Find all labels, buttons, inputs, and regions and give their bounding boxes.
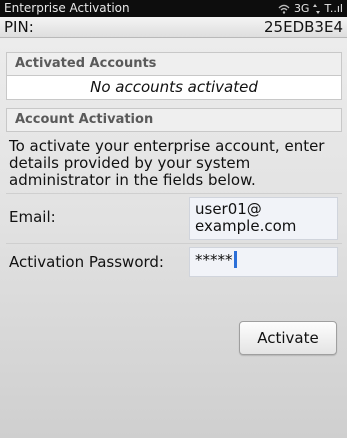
app-title: Enterprise Activation <box>4 1 130 15</box>
status-bar: Enterprise Activation 3G T..ıl <box>0 0 347 17</box>
account-activation-header: Account Activation <box>6 108 342 132</box>
email-label: Email: <box>9 208 56 226</box>
status-indicators: 3G T..ıl <box>278 0 343 17</box>
email-field[interactable]: user01@ example.com <box>189 197 338 240</box>
signal-bars-icon: T..ıl <box>324 2 343 15</box>
activation-password-label: Activation Password: <box>9 253 164 271</box>
network-type: 3G <box>293 2 310 15</box>
activated-accounts-panel: No accounts activated <box>6 76 342 100</box>
pin-value: 25EDB3E4 <box>264 18 343 36</box>
activate-button[interactable]: Activate <box>239 321 337 355</box>
password-value: ***** <box>195 251 233 269</box>
password-row: Activation Password: ***** <box>6 243 342 279</box>
email-row: Email: user01@ example.com <box>6 193 342 242</box>
pin-row: PIN: 25EDB3E4 <box>0 17 347 38</box>
text-cursor <box>233 251 237 268</box>
activation-password-field[interactable]: ***** <box>189 247 338 277</box>
wifi-icon <box>278 4 290 14</box>
no-accounts-message: No accounts activated <box>90 78 258 96</box>
data-arrows-icon <box>313 3 321 14</box>
activation-description: To activate your enterprise account, ent… <box>9 137 325 189</box>
activated-accounts-header: Activated Accounts <box>6 52 342 76</box>
main-content: Activated Accounts No accounts activated… <box>0 38 347 438</box>
pin-label: PIN: <box>4 18 34 36</box>
